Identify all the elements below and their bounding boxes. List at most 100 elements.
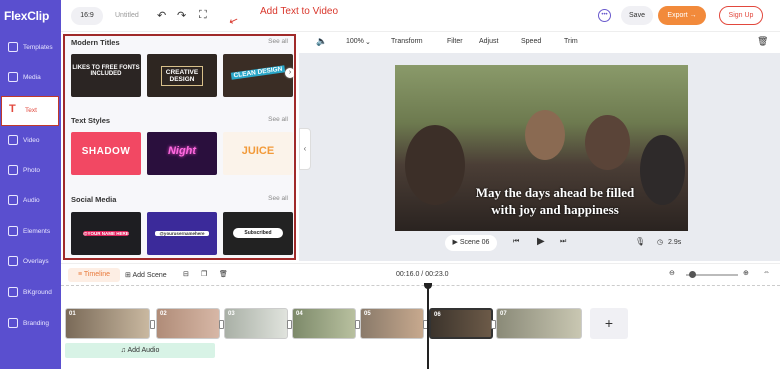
timeline-clip[interactable]: 03: [224, 308, 288, 339]
scene-duration: 2.9s: [668, 239, 682, 246]
sidebar-item-label: Text: [25, 107, 37, 114]
sidebar: FlexClip Templates Media T Text Video Ph…: [0, 0, 61, 369]
fit-timeline-icon[interactable]: ⇔: [763, 269, 770, 276]
duplicate-icon[interactable]: ❐: [201, 270, 207, 278]
chevron-down-icon[interactable]: ⌄: [365, 38, 371, 46]
zoom-in-icon[interactable]: ⊕: [743, 269, 749, 277]
template-thumb[interactable]: Subscribed: [223, 212, 293, 255]
timeline-clip[interactable]: 05: [360, 308, 424, 339]
thumb-label: SHADOW: [81, 146, 131, 157]
sidebar-item-label: Templates: [23, 44, 53, 51]
scene-label: Scene 06: [459, 239, 490, 246]
template-thumb[interactable]: CLEAN DESIGN: [223, 54, 293, 97]
template-thumb[interactable]: JUICE: [223, 132, 293, 175]
export-button[interactable]: Export →: [658, 6, 706, 25]
see-all-link[interactable]: See all: [268, 195, 288, 202]
filter-button[interactable]: Filter: [447, 38, 463, 45]
add-clip-button[interactable]: +: [590, 308, 628, 339]
sidebar-item-video[interactable]: Video: [0, 127, 61, 157]
sidebar-item-media[interactable]: Media: [0, 64, 61, 94]
timeline-clip[interactable]: 01: [65, 308, 150, 339]
timeline-ruler[interactable]: [61, 285, 780, 291]
timeline-clip[interactable]: 02: [156, 308, 220, 339]
save-button[interactable]: Save: [621, 6, 653, 25]
template-thumb[interactable]: @YOUR NAME HERE: [71, 212, 141, 255]
chevron-right-icon[interactable]: ›: [285, 68, 294, 78]
scene-figure: [525, 110, 565, 160]
section-title: Modern Titles: [71, 38, 120, 47]
previous-icon[interactable]: ⏮: [513, 238, 519, 246]
zoom-select[interactable]: 100%: [346, 38, 364, 45]
sidebar-item-bkground[interactable]: BKground: [0, 279, 61, 309]
sidebar-item-branding[interactable]: Branding: [0, 310, 61, 340]
sidebar-item-templates[interactable]: Templates: [0, 34, 61, 64]
timeline-clip[interactable]: 04: [292, 308, 356, 339]
sidebar-item-audio[interactable]: Audio: [0, 187, 61, 217]
see-all-link[interactable]: See all: [268, 38, 288, 45]
add-scene-button[interactable]: ⊞ Add Scene: [125, 271, 167, 279]
trash-icon[interactable]: 🗑: [219, 270, 228, 278]
sidebar-item-photo[interactable]: Photo: [0, 157, 61, 187]
playhead[interactable]: [427, 285, 429, 369]
template-thumb[interactable]: Night: [147, 132, 217, 175]
timeline-clip[interactable]: 07: [496, 308, 582, 339]
play-icon: ▶: [452, 239, 458, 246]
volume-icon[interactable]: 🔈: [316, 36, 327, 47]
text-icon: T: [9, 103, 16, 115]
timeline-clip-selected[interactable]: 06: [429, 308, 493, 339]
sidebar-item-elements[interactable]: Elements: [0, 218, 61, 248]
zoom-slider-handle[interactable]: [689, 271, 696, 278]
sidebar-item-label: Audio: [23, 197, 40, 204]
trim-button[interactable]: Trim: [564, 38, 578, 45]
add-scene-label: Add Scene: [132, 272, 167, 279]
playback-controls: ▶ Scene 06 ⏮ ▶ ⏭ 🎙 ◷ 2.9s: [299, 233, 780, 253]
trash-icon[interactable]: 🗑: [757, 36, 768, 47]
export-label: Export: [667, 12, 688, 19]
video-caption[interactable]: May the days ahead be filled with joy an…: [435, 184, 675, 218]
adjust-button[interactable]: Adjust: [479, 38, 498, 45]
transform-button[interactable]: Transform: [391, 38, 423, 45]
sidebar-item-label: Media: [23, 74, 41, 81]
sidebar-item-text[interactable]: T Text: [1, 96, 59, 126]
template-thumb[interactable]: CREATIVE DESIGN: [147, 54, 217, 97]
add-audio-button[interactable]: ♫ Add Audio: [65, 343, 215, 358]
thumb-label: @YOUR NAME HERE: [83, 231, 129, 236]
fullscreen-icon[interactable]: ⛶: [199, 9, 207, 22]
clip-number: 04: [296, 311, 303, 317]
chat-icon[interactable]: •••: [598, 9, 611, 22]
split-icon[interactable]: ⊟: [183, 270, 189, 278]
branding-icon: [8, 318, 18, 328]
add-audio-label: Add Audio: [127, 347, 160, 354]
video-preview[interactable]: May the days ahead be filled with joy an…: [395, 65, 688, 231]
redo-icon[interactable]: ↷: [177, 9, 186, 22]
transition-handle[interactable]: [150, 320, 155, 329]
sidebar-item-overlays[interactable]: Overlays: [0, 248, 61, 278]
templates-icon: [8, 42, 18, 52]
undo-icon[interactable]: ↶: [157, 9, 166, 22]
section-title: Social Media: [71, 195, 117, 204]
microphone-icon[interactable]: 🎙: [635, 237, 645, 246]
next-icon[interactable]: ⏭: [560, 238, 566, 246]
photo-icon: [8, 165, 18, 175]
template-thumb[interactable]: SHADOW: [71, 132, 141, 175]
play-icon[interactable]: ▶: [537, 236, 545, 247]
project-name[interactable]: Untitled: [115, 12, 139, 19]
template-thumb[interactable]: LIKES TO FREE FONTS INCLUDED: [71, 54, 141, 97]
aspect-ratio-button[interactable]: 16:9: [71, 7, 103, 25]
collapse-panel-icon[interactable]: ‹: [299, 128, 311, 170]
thumb-label: CLEAN DESIGN: [230, 65, 286, 80]
speed-button[interactable]: Speed: [521, 38, 541, 45]
see-all-link[interactable]: See all: [268, 116, 288, 123]
audio-icon: [8, 195, 18, 205]
timeline-tab[interactable]: ≡ Timeline: [68, 268, 120, 282]
signup-button[interactable]: Sign Up: [719, 6, 763, 25]
scene-play-button[interactable]: ▶ Scene 06: [445, 235, 497, 251]
sidebar-item-label: Video: [23, 137, 40, 144]
annotation-label: Add Text to Video: [260, 6, 339, 17]
zoom-out-icon[interactable]: ⊖: [669, 269, 675, 277]
media-icon: [8, 72, 18, 82]
video-icon: [8, 135, 18, 145]
timeline-icon: ≡: [77, 271, 83, 278]
thumb-label: Night: [167, 145, 197, 157]
template-thumb[interactable]: @yourusernamehere: [147, 212, 217, 255]
